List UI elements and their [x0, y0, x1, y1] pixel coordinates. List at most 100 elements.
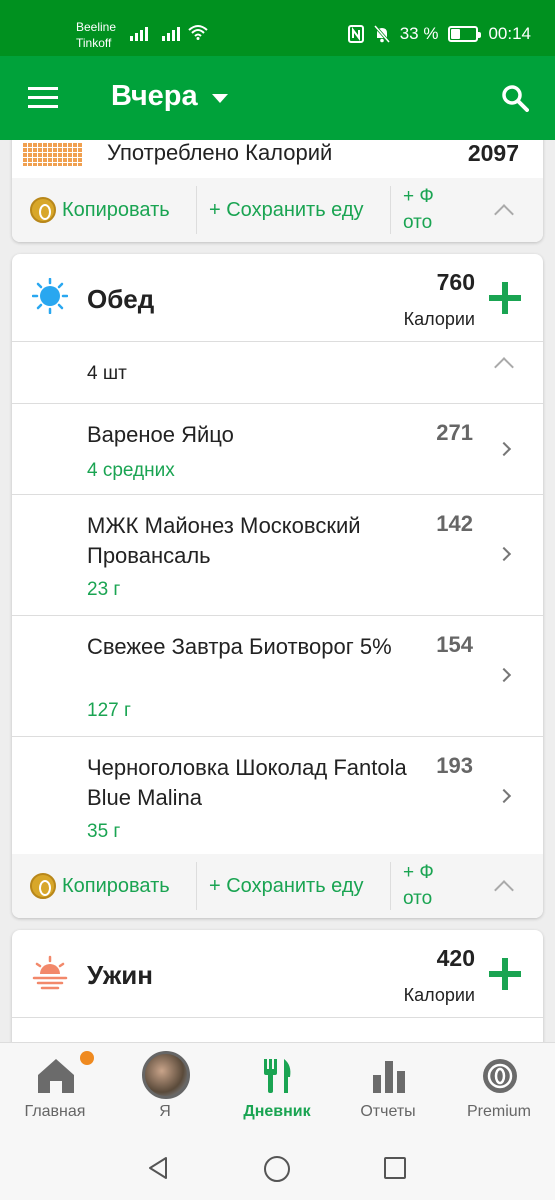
system-nav-bar: [0, 1134, 555, 1200]
food-row[interactable]: МЖК Майонез Московский Провансаль 23 г 1…: [12, 495, 543, 616]
item-count-row[interactable]: 4 шт: [12, 342, 543, 404]
photo-button[interactable]: + Ф ото: [391, 862, 481, 910]
add-food-icon[interactable]: [489, 282, 521, 314]
nav-home[interactable]: Главная: [0, 1043, 110, 1135]
premium-badge-icon: [483, 1059, 517, 1093]
chevron-right-icon: [496, 441, 512, 457]
calories-summary: Употреблено Калорий 2097: [12, 140, 543, 178]
home-icon: [38, 1059, 74, 1093]
food-calories: 154: [436, 632, 473, 657]
food-row[interactable]: Свежее Завтра Биотворог 5% 127 г 154: [12, 616, 543, 737]
nav-diary[interactable]: Дневник: [222, 1043, 332, 1135]
chevron-right-icon: [496, 788, 512, 804]
save-label: + Сохранить еду: [209, 874, 364, 897]
copy-button[interactable]: Копировать: [12, 862, 197, 910]
status-right: 33 % 00:14: [347, 24, 531, 44]
summary-value: 2097: [467, 140, 519, 166]
notification-dot: [80, 1051, 94, 1065]
food-qty: 23 г: [87, 579, 121, 600]
food-calories: 193: [436, 753, 473, 778]
lunch-card: Обед 760 Калории 4 шт Вареное Яйцо 4 сре…: [12, 254, 543, 918]
chevron-right-icon: [496, 667, 512, 683]
diary-content[interactable]: Употреблено Калорий 2097 Копировать + Со…: [0, 140, 555, 1042]
nfc-icon: [347, 25, 364, 43]
signal-icon: [162, 23, 182, 41]
breakfast-card: Употреблено Калорий 2097 Копировать + Со…: [12, 140, 543, 242]
food-qty: 35 г: [87, 821, 121, 842]
nav-reports[interactable]: Отчеты: [333, 1043, 443, 1135]
food-row[interactable]: Вареное Яйцо 4 средних 271: [12, 404, 543, 495]
bar-chart-icon: [373, 1061, 405, 1093]
carrier-2: Tinkoff: [76, 36, 112, 50]
collapse-icon[interactable]: [494, 357, 514, 377]
food-name: Свежее Завтра Биотворог 5%: [87, 634, 392, 659]
sunset-icon: [32, 955, 68, 990]
nav-diary-label: Дневник: [243, 1103, 311, 1120]
battery-icon: [448, 26, 482, 42]
cutlery-icon: [264, 1059, 291, 1093]
save-food-button[interactable]: + Сохранить еду: [197, 186, 391, 234]
save-label: + Сохранить еду: [209, 198, 364, 221]
date-selector[interactable]: Вчера: [111, 80, 228, 113]
premium-coin-icon: [30, 197, 56, 223]
photo-button[interactable]: + Ф ото: [391, 186, 481, 234]
meal-title: Обед: [87, 284, 155, 314]
dinner-header[interactable]: Ужин 420 Калории: [12, 930, 543, 1018]
menu-icon[interactable]: [28, 87, 58, 109]
meal-actions: Копировать + Сохранить еду + Ф ото: [12, 178, 543, 242]
nav-me[interactable]: Я: [110, 1043, 220, 1135]
meal-calories-label: Калории: [403, 985, 475, 1005]
nav-me-label: Я: [159, 1103, 171, 1120]
caret-down-icon: [211, 94, 228, 103]
status-bar: Beeline Tinkoff 33 % 00:14: [0, 0, 555, 56]
add-food-icon[interactable]: [489, 958, 521, 990]
page-title: Вчера: [111, 80, 198, 112]
photo-label-1: + Ф: [403, 862, 434, 883]
copy-label: Копировать: [62, 874, 170, 897]
item-count: 4 шт: [87, 363, 127, 384]
nav-premium[interactable]: Premium: [444, 1043, 554, 1135]
meal-title: Ужин: [87, 960, 153, 990]
signal-icon: [130, 23, 150, 41]
meal-calories-label: Калории: [403, 309, 475, 329]
photo-label-1: + Ф: [403, 186, 434, 207]
clock: 00:14: [488, 24, 531, 43]
bell-muted-icon: [373, 25, 390, 43]
food-qty: 4 средних: [87, 460, 175, 481]
premium-coin-icon: [30, 873, 56, 899]
search-icon[interactable]: [501, 84, 529, 112]
collapse-icon[interactable]: [494, 204, 514, 224]
calorie-grid-icon: [22, 142, 82, 166]
sun-icon: [32, 278, 68, 314]
collapse-icon[interactable]: [494, 880, 514, 900]
food-name: Черноголовка Шоколад Fantola Blue Malina: [87, 755, 407, 810]
app-bar: Вчера: [0, 56, 555, 140]
food-row[interactable]: Черноголовка Шоколад Fantola Blue Malina…: [12, 737, 543, 858]
meal-actions: Копировать + Сохранить еду + Ф ото: [12, 854, 543, 918]
back-icon[interactable]: [146, 1156, 170, 1180]
lunch-header[interactable]: Обед 760 Калории: [12, 254, 543, 342]
recent-apps-icon[interactable]: [384, 1157, 406, 1179]
photo-label-2: ото: [403, 212, 433, 233]
save-food-button[interactable]: + Сохранить еду: [197, 862, 391, 910]
food-name: Вареное Яйцо: [87, 422, 234, 447]
summary-label: Употреблено Калорий: [107, 140, 333, 165]
battery-percent: 33 %: [399, 24, 439, 43]
photo-label-2: ото: [403, 888, 433, 909]
food-calories: 271: [436, 420, 473, 445]
meal-calories: 760: [436, 269, 475, 295]
food-name: МЖК Майонез Московский Провансаль: [87, 513, 361, 568]
meal-calories: 420: [436, 945, 475, 971]
nav-home-label: Главная: [24, 1103, 86, 1120]
nav-premium-label: Premium: [466, 1103, 531, 1120]
bottom-nav: Главная Я Дневник Отчеты Premium: [0, 1042, 555, 1134]
carrier-names: Beeline Tinkoff: [76, 19, 116, 51]
avatar: [142, 1051, 190, 1099]
carrier-1: Beeline: [76, 20, 117, 34]
food-qty: 127 г: [87, 700, 131, 721]
food-calories: 142: [436, 511, 473, 536]
chevron-right-icon: [496, 546, 512, 562]
home-button-icon[interactable]: [264, 1156, 290, 1182]
copy-button[interactable]: Копировать: [12, 186, 197, 234]
nav-reports-label: Отчеты: [360, 1103, 416, 1120]
